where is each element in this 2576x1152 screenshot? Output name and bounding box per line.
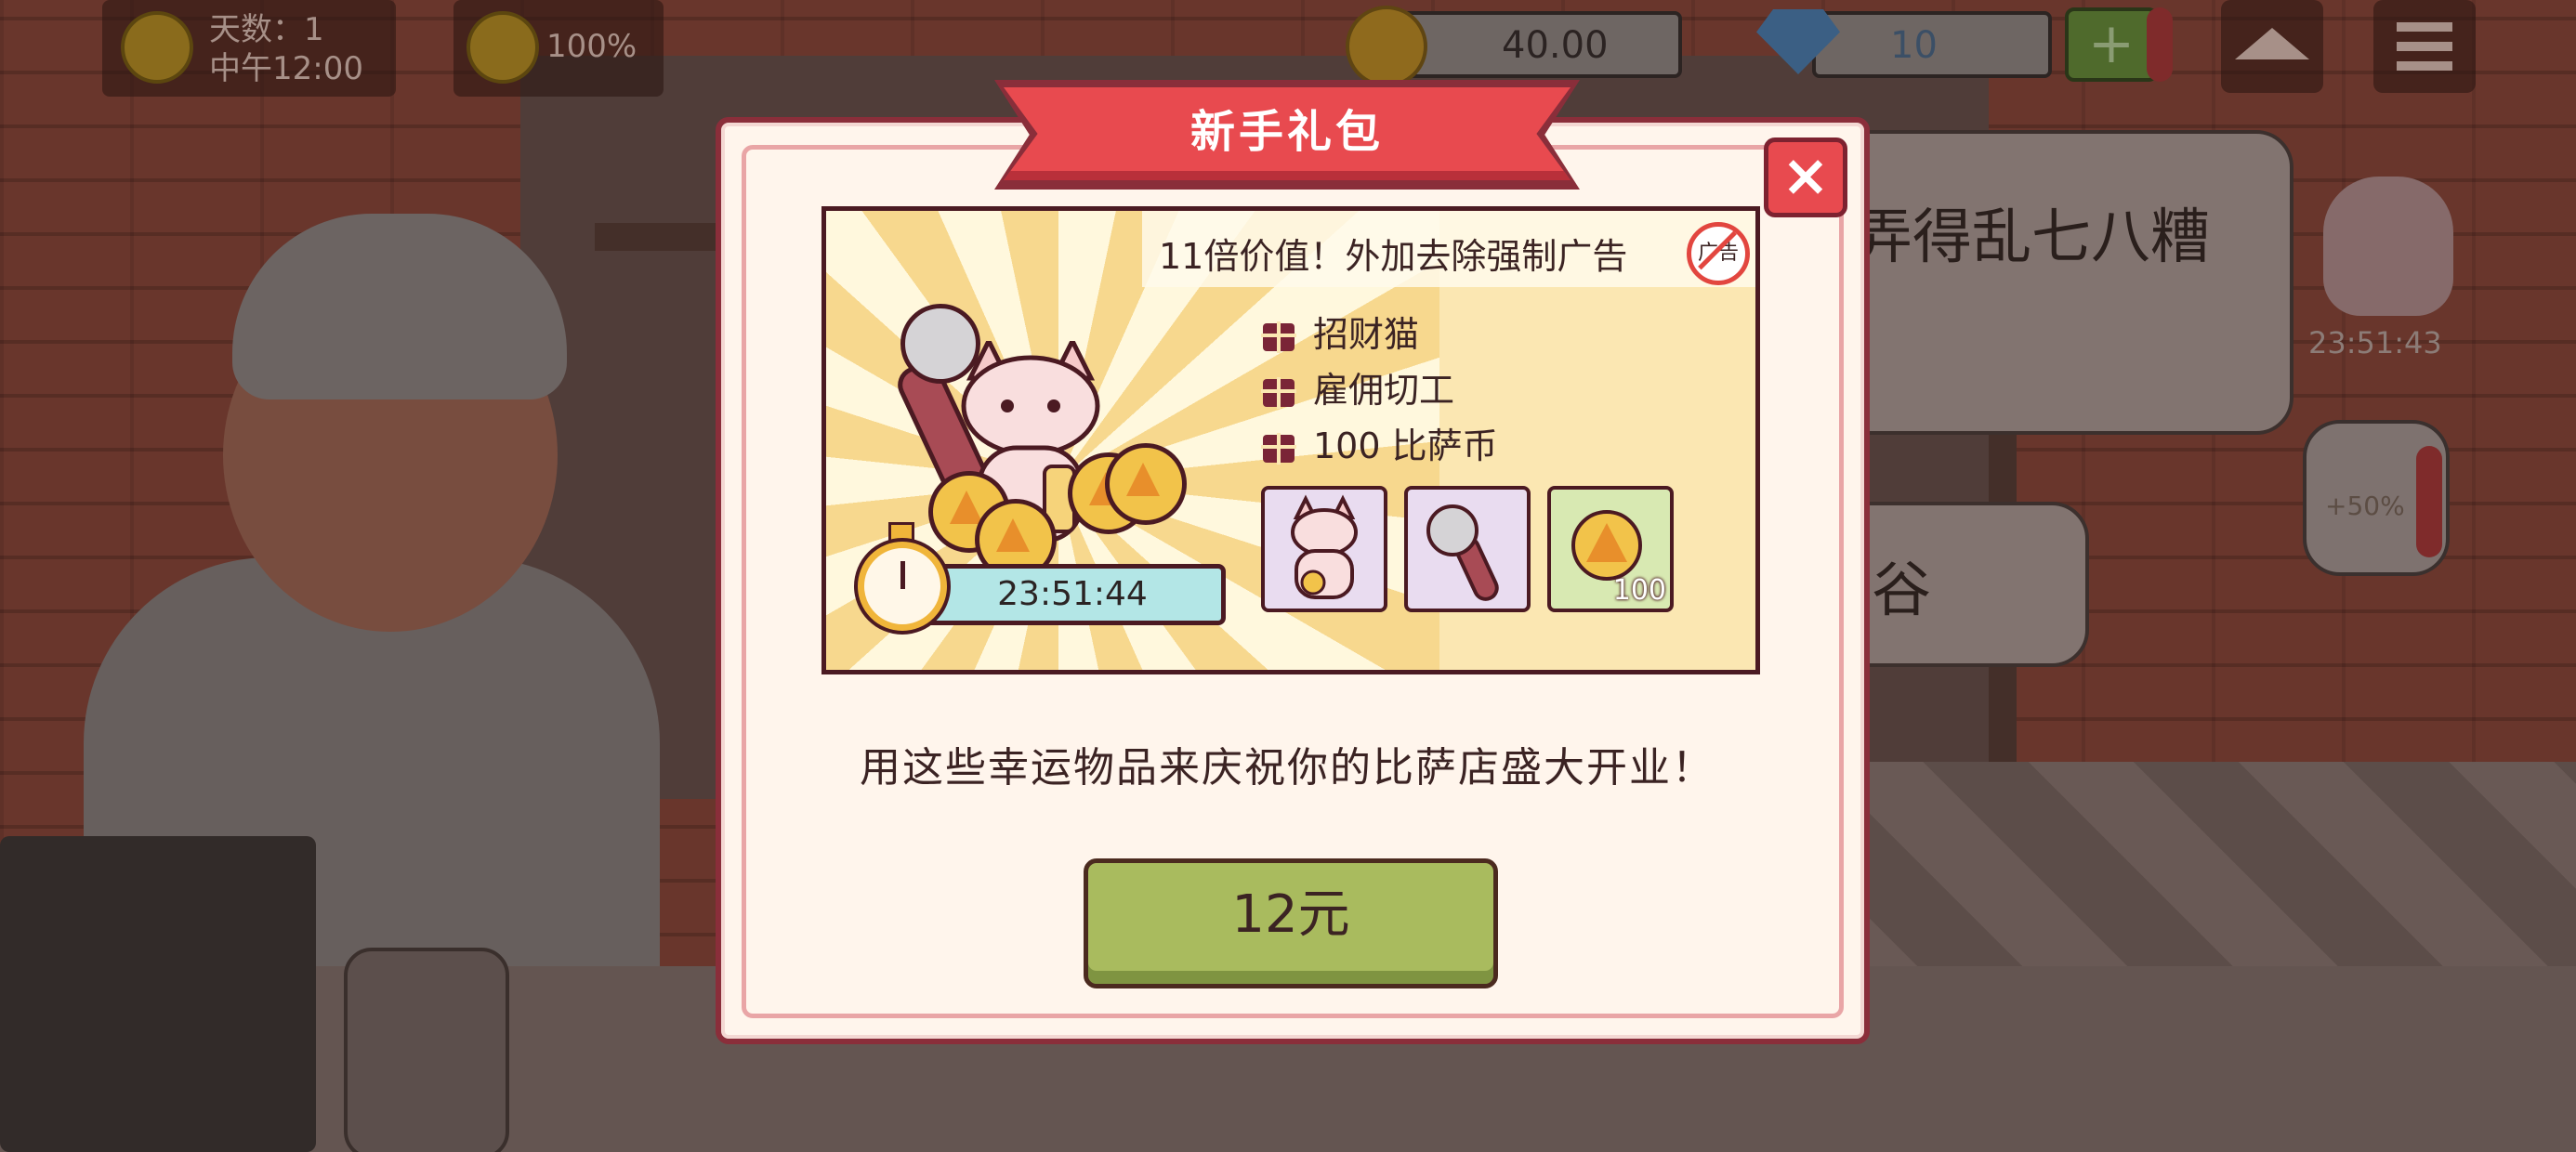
item-label: 100 比萨币: [1313, 425, 1498, 466]
speech-bubble: 弄得乱七八糟: [1821, 130, 2293, 435]
add-gems-button[interactable]: +: [2065, 7, 2158, 82]
dialog-title: 新手礼包: [1189, 106, 1384, 158]
time-label: 中午12:00: [209, 50, 363, 87]
menu-button[interactable]: [2373, 0, 2476, 93]
pizza-cutter-icon: [1426, 504, 1499, 601]
coin-value: 40.00: [1502, 24, 1609, 67]
list-item: 雇佣切工: [1261, 361, 1455, 413]
speech-text: 弄得乱七八糟: [1853, 203, 2210, 272]
stopwatch-knob: [888, 522, 914, 543]
title-ribbon: 新手礼包: [1004, 87, 1571, 180]
tip-jar-bonus: +50%: [2325, 491, 2405, 521]
close-button[interactable]: ×: [1764, 137, 1847, 217]
list-item: 招财猫: [1261, 306, 1420, 358]
side-timer: 23:51:43: [2308, 325, 2442, 360]
hamburger-icon: [2397, 22, 2452, 71]
happiness-value: 100%: [546, 28, 637, 65]
chevron-up-icon: [2235, 28, 2309, 59]
item-label: 雇佣切工: [1313, 370, 1455, 411]
gift-icon: [1261, 376, 1296, 409]
sun-icon: [121, 11, 193, 84]
smiley-icon: [467, 11, 539, 84]
coin-count: 100: [1612, 574, 1666, 607]
offer-card: 11倍价值！外加去除强制广告 广告 23:51:44 招财猫 雇佣切工 100 …: [821, 206, 1760, 674]
buy-button[interactable]: 12元: [1084, 858, 1498, 988]
gem-bar: 10: [1812, 11, 2052, 78]
coin-bar: 40.00: [1396, 11, 1682, 78]
gift-icon: [1261, 321, 1296, 353]
gem-value: 10: [1890, 24, 1938, 67]
item-label: 招财猫: [1313, 314, 1420, 355]
list-item: 100 比萨币: [1261, 417, 1498, 469]
gift-icon: [1261, 432, 1296, 465]
coin-icon: [1346, 6, 1427, 87]
offer-tagline: 用这些幸运物品来庆祝你的比萨店盛大开业！: [860, 744, 1715, 792]
secondary-text: 谷: [1872, 556, 1931, 625]
alert-icon: [2147, 7, 2173, 82]
offer-headline: 11倍价值！外加去除强制广告: [1159, 236, 1628, 277]
lucky-cat-side-icon[interactable]: [2323, 177, 2453, 316]
happiness-panel: 100%: [453, 0, 664, 97]
day-time-panel: 天数：1 中午12:00: [102, 0, 396, 97]
reward-slot-lucky-cat[interactable]: [1261, 486, 1387, 612]
reward-slot-coins[interactable]: 100: [1547, 486, 1674, 612]
no-ads-icon: 广告: [1687, 222, 1750, 285]
lucky-cat-icon: [1291, 494, 1358, 599]
stopwatch-icon: [858, 542, 947, 631]
reward-slot-cutter[interactable]: [1404, 486, 1531, 612]
collapse-button[interactable]: [2221, 0, 2323, 93]
jar-alert-icon: [2416, 446, 2442, 557]
stopwatch-hand: [900, 561, 905, 589]
coin-icon: [1105, 443, 1187, 525]
offer-timer: 23:51:44: [919, 564, 1226, 625]
